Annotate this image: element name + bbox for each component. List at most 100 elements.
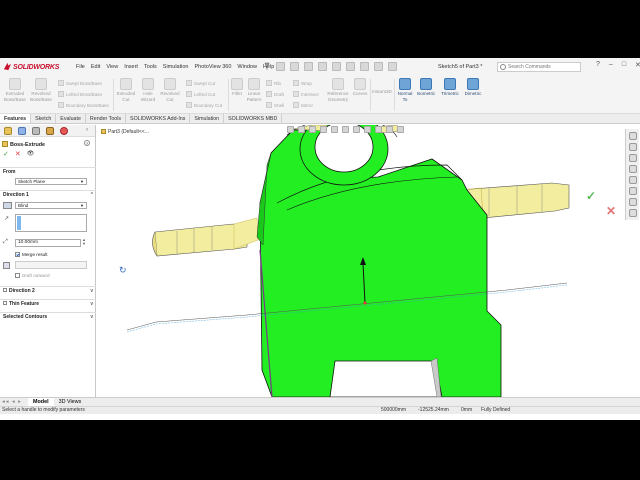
revolved-cut-button[interactable]: Revolved Cut xyxy=(159,78,181,102)
hide-show-items-icon[interactable] xyxy=(364,126,371,133)
open-document-icon[interactable] xyxy=(290,62,299,71)
preview-eye-icon[interactable]: 👁 xyxy=(27,150,35,158)
lofted-cut-button[interactable]: Lofted Cut xyxy=(186,91,215,97)
revolved-boss-button[interactable]: Revolved Boss/Base xyxy=(28,78,54,102)
file-properties-icon[interactable] xyxy=(374,62,383,71)
instant3d-button[interactable]: Instant3D xyxy=(371,89,393,95)
tab-evaluate[interactable]: Evaluate xyxy=(56,114,86,123)
draft-toggle-icon[interactable] xyxy=(3,262,10,269)
display-style-icon[interactable] xyxy=(353,126,360,133)
maximize-button[interactable]: □ xyxy=(622,61,626,69)
menu-photoview[interactable]: PhotoView 360 xyxy=(194,64,231,70)
dimxpert-icon[interactable] xyxy=(46,127,54,135)
isometric-button[interactable]: Isometric xyxy=(414,78,438,97)
curves-button[interactable]: Curves xyxy=(351,78,369,97)
draft-button[interactable]: Draft xyxy=(266,91,284,97)
forum-icon[interactable] xyxy=(628,209,637,217)
draft-outward-checkbox[interactable]: Draft outward xyxy=(15,273,50,278)
tab-simulation[interactable]: Simulation xyxy=(190,114,225,123)
solidworks-logo[interactable]: SOLIDWORKS xyxy=(3,62,59,71)
tab-sketch[interactable]: Sketch xyxy=(31,114,57,123)
new-document-icon[interactable] xyxy=(276,62,285,71)
tab-addins[interactable]: SOLIDWORKS Add-Ins xyxy=(126,114,191,123)
rebuild-icon[interactable] xyxy=(360,62,369,71)
linear-pattern-button[interactable]: Linear Pattern xyxy=(244,78,264,102)
thin-feature-section-header[interactable]: Thin Feature v xyxy=(0,299,96,308)
ok-check-icon[interactable]: ✓ xyxy=(3,150,9,158)
selected-contours-section-header[interactable]: Selected Contours v xyxy=(0,312,96,321)
previous-view-icon[interactable] xyxy=(309,126,316,133)
reference-geometry-button[interactable]: Reference Geometry xyxy=(323,78,353,102)
extruded-cut-button[interactable]: Extruded Cut xyxy=(115,78,137,102)
property-manager-icon[interactable] xyxy=(18,127,26,135)
trimetric-button[interactable]: Trimetric xyxy=(438,78,462,97)
menu-file[interactable]: File xyxy=(76,64,85,70)
resources-icon[interactable] xyxy=(628,143,637,151)
direction1-section-header[interactable]: Direction 1 ^ xyxy=(0,190,96,199)
end-condition-dropdown[interactable]: Blind ▼ xyxy=(15,202,87,209)
left-lug-tab[interactable] xyxy=(152,217,259,257)
confirm-cancel-x-icon[interactable]: ✕ xyxy=(606,204,616,218)
view-palette-icon[interactable] xyxy=(628,176,637,184)
feature-manager-icon[interactable] xyxy=(4,127,12,135)
pin-menu-icon[interactable] xyxy=(264,62,270,70)
close-button[interactable]: ✕ xyxy=(635,61,640,69)
menu-window[interactable]: Window xyxy=(237,64,257,70)
tab-render-tools[interactable]: Render Tools xyxy=(86,114,127,123)
depth-spinner[interactable]: ▲ ▼ xyxy=(82,238,86,246)
dimetric-button[interactable]: Dimetric xyxy=(462,78,484,97)
view-settings-icon[interactable] xyxy=(397,126,404,133)
extruded-boss-button[interactable]: Extruded Boss/Base xyxy=(2,78,28,102)
undo-icon[interactable] xyxy=(332,62,341,71)
rib-button[interactable]: Rib xyxy=(266,80,281,86)
dynamic-annotation-icon[interactable] xyxy=(331,126,338,133)
reverse-direction-icon[interactable] xyxy=(3,202,12,209)
menu-simulation[interactable]: Simulation xyxy=(163,64,189,70)
graphics-area[interactable]: Part3 (Default<<... ↻ ✓ ✕ xyxy=(97,125,640,397)
menu-view[interactable]: View xyxy=(106,64,118,70)
help-icon[interactable]: ? xyxy=(596,61,600,69)
boundary-cut-button[interactable]: Boundary Cut xyxy=(186,102,222,108)
design-library-icon[interactable] xyxy=(628,154,637,162)
confirm-ok-check-icon[interactable]: ✓ xyxy=(586,189,596,203)
cancel-x-icon[interactable]: ✕ xyxy=(15,150,21,158)
depth-input[interactable]: 10.00mm xyxy=(15,239,81,247)
file-explorer-icon[interactable] xyxy=(628,165,637,173)
menu-edit[interactable]: Edit xyxy=(91,64,100,70)
edit-appearance-icon[interactable] xyxy=(375,126,382,133)
section-view-icon[interactable] xyxy=(320,126,327,133)
minimize-button[interactable]: – xyxy=(609,61,613,69)
print-icon[interactable] xyxy=(318,62,327,71)
boundary-boss-button[interactable]: Boundary Boss/Base xyxy=(58,102,109,108)
shell-button[interactable]: Shell xyxy=(266,102,284,108)
save-icon[interactable] xyxy=(304,62,313,71)
display-manager-icon[interactable] xyxy=(60,127,68,135)
normal-to-button[interactable]: Normal To xyxy=(396,78,414,102)
model-3d-view[interactable] xyxy=(97,125,640,397)
hole-wizard-button[interactable]: Hole Wizard xyxy=(137,78,159,102)
home-icon[interactable] xyxy=(628,132,637,140)
from-dropdown[interactable]: Sketch Plane ▼ xyxy=(15,178,87,185)
panel-expand-icon[interactable]: › xyxy=(86,127,88,133)
appearances-icon[interactable] xyxy=(628,187,637,195)
tab-scroll-arrows[interactable]: ◂◂ ◂ ▸ ▸▸ xyxy=(0,398,28,413)
zoom-to-fit-icon[interactable] xyxy=(287,126,294,133)
mirror-button[interactable]: Mirror xyxy=(293,102,313,108)
rotate-view-icon[interactable]: ↻ xyxy=(119,265,127,276)
feature-tree-flyout[interactable]: Part3 (Default<<... xyxy=(101,129,149,135)
menu-insert[interactable]: Insert xyxy=(124,64,138,70)
swept-cut-button[interactable]: Swept Cut xyxy=(186,80,215,86)
tab-3d-views[interactable]: 3D Views xyxy=(54,398,87,406)
merge-result-checkbox[interactable]: Merge result xyxy=(15,252,48,257)
fillet-button[interactable]: Fillet xyxy=(230,78,244,97)
extruded-body[interactable] xyxy=(256,125,502,397)
view-orientation-icon[interactable] xyxy=(342,126,349,133)
wrap-button[interactable]: Wrap xyxy=(293,80,312,86)
help-icon[interactable]: ? xyxy=(84,140,90,146)
direction-vector-box[interactable] xyxy=(15,214,87,232)
lofted-boss-button[interactable]: Lofted Boss/Base xyxy=(58,91,102,97)
tab-model[interactable]: Model xyxy=(28,398,54,406)
menu-tools[interactable]: Tools xyxy=(144,64,157,70)
from-section-header[interactable]: From xyxy=(0,167,96,176)
tab-features[interactable]: Features xyxy=(0,114,32,123)
